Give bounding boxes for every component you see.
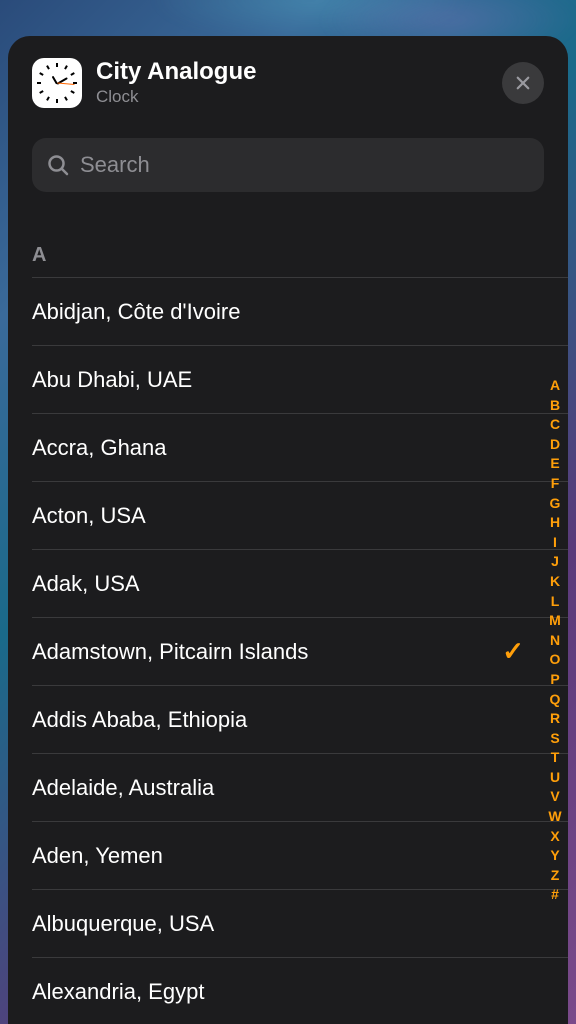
index-letter[interactable]: E bbox=[550, 454, 559, 474]
search-input[interactable] bbox=[80, 152, 530, 178]
city-row[interactable]: Abidjan, Côte d'Ivoire bbox=[32, 277, 568, 345]
index-letter[interactable]: # bbox=[551, 885, 559, 905]
index-letter[interactable]: V bbox=[550, 787, 559, 807]
city-name-label: Albuquerque, USA bbox=[32, 911, 524, 937]
index-letter[interactable]: Y bbox=[550, 846, 559, 866]
sheet-subtitle: Clock bbox=[96, 87, 502, 107]
close-button[interactable] bbox=[502, 62, 544, 104]
index-letter[interactable]: B bbox=[550, 396, 560, 416]
close-icon bbox=[514, 74, 532, 92]
city-row[interactable]: Alexandria, Egypt bbox=[32, 957, 568, 1024]
clock-face-icon bbox=[37, 63, 77, 103]
city-name-label: Abidjan, Côte d'Ivoire bbox=[32, 299, 524, 325]
index-letter[interactable]: I bbox=[553, 533, 557, 553]
index-letter[interactable]: F bbox=[551, 474, 560, 494]
sheet-title: City Analogue bbox=[96, 59, 502, 85]
city-name-label: Abu Dhabi, UAE bbox=[32, 367, 524, 393]
city-name-label: Acton, USA bbox=[32, 503, 524, 529]
city-row[interactable]: Albuquerque, USA bbox=[32, 889, 568, 957]
index-letter[interactable]: X bbox=[550, 827, 559, 847]
search-field[interactable] bbox=[32, 138, 544, 192]
index-letter[interactable]: W bbox=[548, 807, 561, 827]
index-letter[interactable]: J bbox=[551, 552, 559, 572]
checkmark-icon: ✓ bbox=[502, 636, 524, 667]
city-name-label: Adelaide, Australia bbox=[32, 775, 524, 801]
index-letter[interactable]: C bbox=[550, 415, 560, 435]
city-name-label: Adamstown, Pitcairn Islands bbox=[32, 639, 502, 665]
index-letter[interactable]: Z bbox=[551, 866, 560, 886]
city-name-label: Addis Ababa, Ethiopia bbox=[32, 707, 524, 733]
index-letter[interactable]: G bbox=[550, 494, 561, 514]
city-row[interactable]: Acton, USA bbox=[32, 481, 568, 549]
city-row[interactable]: Addis Ababa, Ethiopia bbox=[32, 685, 568, 753]
index-letter[interactable]: P bbox=[550, 670, 559, 690]
index-letter[interactable]: U bbox=[550, 768, 560, 788]
index-letter[interactable]: H bbox=[550, 513, 560, 533]
index-letter[interactable]: L bbox=[551, 592, 560, 612]
index-letter[interactable]: Q bbox=[550, 690, 561, 710]
index-letter[interactable]: T bbox=[551, 748, 560, 768]
clock-app-icon bbox=[32, 58, 82, 108]
index-letter[interactable]: R bbox=[550, 709, 560, 729]
section-header-letter: A bbox=[32, 202, 568, 277]
index-letter[interactable]: D bbox=[550, 435, 560, 455]
city-row[interactable]: Accra, Ghana bbox=[32, 413, 568, 481]
city-row[interactable]: Adelaide, Australia bbox=[32, 753, 568, 821]
city-picker-sheet: City Analogue Clock A Abidjan, Côte d'Iv… bbox=[8, 36, 568, 1024]
index-letter[interactable]: M bbox=[549, 611, 561, 631]
city-name-label: Adak, USA bbox=[32, 571, 524, 597]
city-name-label: Accra, Ghana bbox=[32, 435, 524, 461]
city-name-label: Aden, Yemen bbox=[32, 843, 524, 869]
alphabet-index-bar[interactable]: ABCDEFGHIJKLMNOPQRSTUVWXYZ# bbox=[546, 376, 564, 905]
city-row[interactable]: Abu Dhabi, UAE bbox=[32, 345, 568, 413]
city-row[interactable]: Aden, Yemen bbox=[32, 821, 568, 889]
index-letter[interactable]: K bbox=[550, 572, 560, 592]
search-icon bbox=[46, 153, 70, 177]
city-row[interactable]: Adak, USA bbox=[32, 549, 568, 617]
city-name-label: Alexandria, Egypt bbox=[32, 979, 524, 1005]
city-list: A Abidjan, Côte d'Ivoire Abu Dhabi, UAE Ac… bbox=[8, 202, 568, 1024]
index-letter[interactable]: N bbox=[550, 631, 560, 651]
index-letter[interactable]: A bbox=[550, 376, 560, 396]
index-letter[interactable]: O bbox=[550, 650, 561, 670]
city-row[interactable]: Adamstown, Pitcairn Islands✓ bbox=[32, 617, 568, 685]
index-letter[interactable]: S bbox=[550, 729, 559, 749]
sheet-header: City Analogue Clock bbox=[8, 36, 568, 120]
